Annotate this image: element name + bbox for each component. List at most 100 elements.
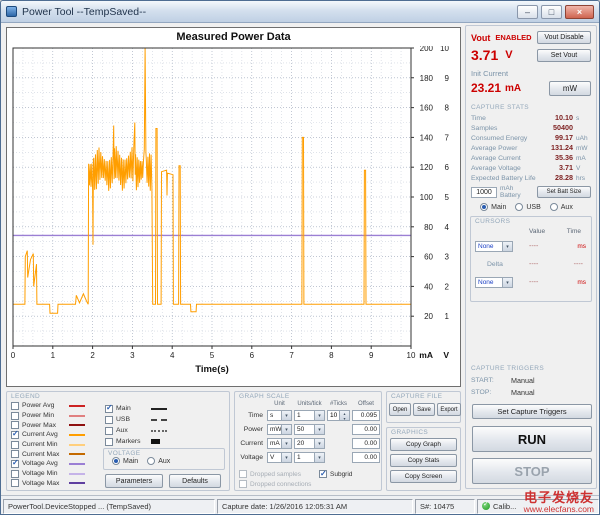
vout-disable-button[interactable]: Vout Disable (537, 31, 591, 44)
init-current-label: Init Current (471, 69, 591, 78)
legend-group: LEGEND Power AvgPower MinPower MaxCurren… (6, 391, 230, 491)
vout-label: Vout (471, 33, 490, 43)
vout-state: ENABLED (495, 33, 537, 42)
channel-item[interactable]: Main (105, 403, 167, 414)
legend-checkbox[interactable] (11, 479, 19, 487)
app-icon (6, 6, 17, 17)
radio-icon (550, 203, 558, 211)
calibration-status-icon (482, 502, 490, 510)
legend-color-swatch (69, 434, 85, 436)
cursor2-select[interactable]: None (475, 277, 513, 288)
legend-checkbox[interactable] (11, 421, 19, 429)
legend-checkbox[interactable] (11, 441, 19, 449)
axis-tick-label: 60 (424, 253, 433, 262)
trigger-start-row: START: Manual (471, 376, 591, 385)
stat-label: Average Power (471, 145, 551, 152)
voltage-radio-aux[interactable]: Aux (147, 457, 170, 465)
legend-color-swatch (69, 463, 85, 465)
legend-item[interactable]: Voltage Max (11, 479, 85, 489)
trigger-start-value: Manual (511, 376, 535, 385)
legend-item[interactable]: Current Min (11, 440, 85, 450)
gs-ticks-spinner[interactable]: 10 (327, 410, 350, 421)
status-capture-date: Capture date: 1/26/2016 12:05:31 AM (217, 499, 413, 514)
legend-checkbox[interactable] (11, 431, 19, 439)
graphics-button-copy-stats[interactable]: Copy Stats (390, 454, 457, 467)
checkbox-icon[interactable] (319, 470, 327, 478)
axis-tick-label: 40 (424, 282, 433, 291)
power-chart[interactable]: 012345678910Time(s)204060801001201401601… (11, 46, 455, 376)
gs-offset-input[interactable]: 0.00 (352, 424, 380, 435)
channel-item[interactable]: Aux (105, 425, 167, 436)
status-calib-text: Calib... (493, 502, 516, 511)
minimize-button-icon[interactable]: – (517, 5, 538, 19)
mw-toggle-button[interactable]: mW (549, 81, 591, 96)
gs-offset-input[interactable]: 0.00 (352, 452, 380, 463)
channel-item[interactable]: Markers (105, 436, 167, 447)
gs-units-per-tick-select[interactable]: 1 (294, 410, 325, 421)
legend-item[interactable]: Current Max (11, 449, 85, 459)
set-vout-button[interactable]: Set Vout (537, 49, 591, 62)
axis-tick-label: 4 (445, 223, 450, 232)
run-button[interactable]: RUN (472, 426, 592, 452)
gs-unit-select[interactable]: V (267, 452, 292, 463)
axis-tick-label: 9 (369, 351, 374, 360)
gs-units-per-tick-select[interactable]: 50 (294, 424, 325, 435)
close-button-icon[interactable]: × (565, 5, 594, 19)
cursors-group: CURSORS Value Time None ---- ms Delta --… (470, 216, 592, 302)
legend-checkbox[interactable] (11, 460, 19, 468)
gs-offset-input[interactable]: 0.00 (352, 438, 380, 449)
parameters-button[interactable]: Parameters (105, 474, 163, 488)
legend-item[interactable]: Power Min (11, 411, 85, 421)
legend-item[interactable]: Power Max (11, 420, 85, 430)
legend-checkbox[interactable] (11, 402, 19, 410)
legend-checkbox[interactable] (11, 470, 19, 478)
battery-unit-label: mAh Battery (500, 185, 534, 199)
legend-item[interactable]: Current Avg (11, 430, 85, 440)
defaults-button[interactable]: Defaults (169, 474, 221, 488)
title-bar[interactable]: Power Tool --TempSaved-- – □ × (1, 1, 599, 23)
battery-size-input[interactable]: 1000 (471, 187, 497, 198)
channel-item[interactable]: USB (105, 414, 167, 425)
cursor1-select[interactable]: None (475, 241, 513, 252)
legend-checkbox[interactable] (11, 412, 19, 420)
status-serial: S#: 10475 (415, 499, 475, 514)
stats-channel-aux[interactable]: Aux (550, 203, 573, 211)
legend-item[interactable]: Voltage Min (11, 469, 85, 479)
voltage-radio-main[interactable]: Main (112, 457, 138, 465)
gs-row-label: Power (238, 426, 265, 433)
channel-checkbox[interactable] (105, 416, 113, 424)
capture-file-button-open[interactable]: Open (389, 403, 411, 416)
channel-checkbox[interactable] (105, 438, 113, 446)
stats-channel-usb[interactable]: USB (515, 203, 540, 211)
gs-unit-select[interactable]: mW (267, 424, 292, 435)
chart-panel: Measured Power Data 012345678910Time(s)2… (6, 27, 461, 387)
channel-checkbox[interactable] (105, 427, 113, 435)
legend-checkbox[interactable] (11, 450, 19, 458)
maximize-button-icon[interactable]: □ (541, 5, 562, 19)
set-batt-size-button[interactable]: Set Batt Size (537, 186, 591, 198)
axis-tick-label: 5 (210, 351, 215, 360)
legend-color-swatch (69, 453, 85, 455)
gs-checkbox-dropped-connections: Dropped connections (239, 480, 319, 488)
gs-checkbox-subgrid[interactable]: Subgrid (319, 470, 352, 478)
set-capture-triggers-button[interactable]: Set Capture Triggers (472, 404, 592, 419)
stats-channel-main[interactable]: Main (480, 203, 506, 211)
gs-unit-select[interactable]: mA (267, 438, 292, 449)
capture-file-button-save[interactable]: Save (413, 403, 435, 416)
graphics-button-copy-screen[interactable]: Copy Screen (390, 470, 457, 483)
axis-tick-label: 4 (170, 351, 175, 360)
graphics-button-copy-graph[interactable]: Copy Graph (390, 438, 457, 451)
gs-unit-select[interactable]: s (267, 410, 292, 421)
gs-units-per-tick-select[interactable]: 20 (294, 438, 325, 449)
legend-item[interactable]: Voltage Avg (11, 459, 85, 469)
gs-units-per-tick-select[interactable]: 1 (294, 452, 325, 463)
stat-unit: uAh (573, 135, 591, 142)
stat-unit: hrs (573, 175, 591, 182)
axis-tick-label: 7 (445, 133, 450, 142)
gs-offset-input[interactable]: 0.095 (352, 410, 380, 421)
channel-checkbox[interactable] (105, 405, 113, 413)
capture-file-button-export[interactable]: Export (437, 403, 461, 416)
legend-item[interactable]: Power Avg (11, 401, 85, 411)
radio-label: Main (123, 458, 138, 465)
axis-tick-label: Time(s) (195, 364, 229, 375)
